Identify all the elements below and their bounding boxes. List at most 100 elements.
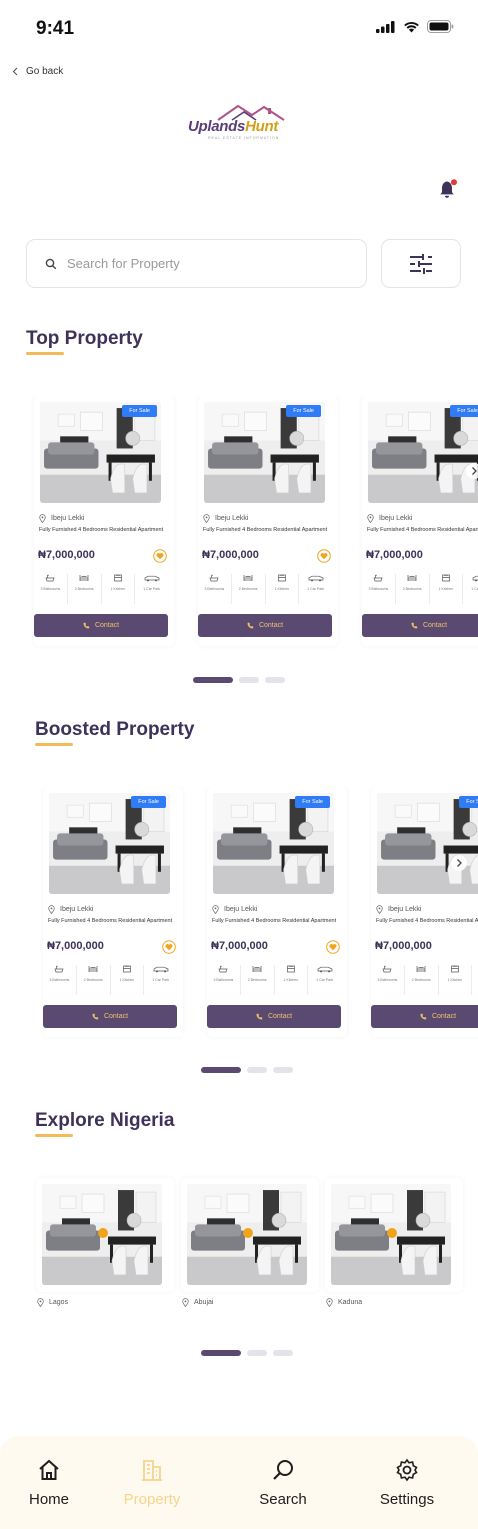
amenity-label: 1 Kitchen [447,978,463,982]
location-label: Ibeju Lekki [215,515,249,522]
amenity-item: 1 Kitchen [273,965,308,995]
card-photo[interactable]: For Sale [204,402,325,503]
amenity-item: 3 Bathrooms [198,574,231,604]
amenity-label: 3 Bathrooms [377,978,398,982]
search-input[interactable]: Search for Property [26,239,367,288]
favorite-button[interactable] [326,940,340,959]
favorite-button[interactable] [162,940,176,959]
card-location: Ibeju Lekki [203,514,248,523]
city-card[interactable] [181,1178,319,1292]
property-card[interactable]: For Sale Ibeju Lekki Fully Furnished 4 B… [207,787,347,1037]
city-name: Kaduna [338,1299,363,1306]
property-photo [213,793,334,894]
phone-icon [247,622,254,629]
city-marker-icon [387,1228,397,1238]
contact-button[interactable]: Contact [362,614,478,637]
property-card[interactable]: For Sale Ibeju Lekki Fully Furnished 4 B… [371,787,478,1037]
amenity-item: 3 Bathrooms [362,574,395,604]
property-card[interactable]: For Sale Ibeju Lekki Fully Furnished 4 B… [43,787,183,1037]
card-photo[interactable]: For Sale [377,793,478,894]
city-label: Lagos [37,1298,68,1307]
chevron-right-icon [472,467,477,475]
pager-dot-active[interactable] [201,1067,241,1073]
pager-dot[interactable] [273,1067,293,1073]
nav-label-settings: Settings [379,1491,435,1508]
nav-item-settings[interactable]: Settings [367,1458,447,1508]
amenity-label: 2 Bedrooms [238,587,258,591]
amenity-label: 1 Kitchen [119,978,135,982]
amenity-item: 3 Bathrooms [34,574,67,604]
property-card[interactable]: For Sale Ibeju Lekki Fully Furnished 4 B… [34,396,174,646]
location-pin-icon [182,1298,189,1307]
amenities-row: 3 Bathrooms 2 Bedrooms 1 Kitchen 1 Car Park [207,965,341,995]
pager-dot[interactable] [247,1350,267,1356]
heart-icon [162,940,176,954]
heart-icon [153,549,167,563]
location-label: Ibeju Lekki [224,906,258,913]
car-icon [317,966,332,973]
bathtub-icon [373,574,383,582]
card-photo[interactable]: For Sale [213,793,334,894]
pager-dot[interactable] [239,677,259,683]
nav-item-search[interactable]: Search [243,1458,323,1508]
contact-label: Contact [103,1013,129,1020]
bed-icon [407,575,417,581]
nav-item-home[interactable]: Home [9,1458,89,1508]
notification-dot [451,179,457,186]
bathtub-icon [382,965,392,973]
location-pin-icon [376,905,383,914]
amenity-label: 1 Kitchen [110,587,126,591]
property-photo [377,793,478,894]
pager-dot[interactable] [247,1067,267,1073]
city-label: Kaduna [326,1298,362,1307]
chevron-right-icon [457,859,462,867]
location-pin-icon [39,514,46,523]
amenity-item: 1 Kitchen [264,574,299,604]
city-card[interactable] [36,1178,174,1292]
city-marker-icon [243,1228,253,1238]
pager-dot-active[interactable] [201,1350,241,1356]
card-title: Fully Furnished 4 Bedrooms Residential A… [48,918,173,924]
pager-dot[interactable] [273,1350,293,1356]
city-name: Abujai [194,1299,214,1306]
carousel-next-button[interactable] [451,855,467,871]
nav-item-property[interactable]: Property [112,1458,192,1508]
favorite-button[interactable] [153,549,167,568]
amenity-item: 2 Bedrooms [239,965,274,995]
card-photo[interactable]: For Sale [368,402,478,503]
card-photo[interactable]: For Sale [40,402,161,503]
nav-label-search: Search [259,1491,307,1508]
home-icon [39,1459,59,1480]
contact-button[interactable]: Contact [371,1005,478,1028]
contact-button[interactable]: Contact [207,1005,341,1028]
bathtub-icon [209,574,219,582]
contact-button[interactable]: Contact [34,614,168,637]
contact-label: Contact [267,1013,293,1020]
property-card[interactable]: For Sale Ibeju Lekki Fully Furnished 4 B… [362,396,478,646]
status-icons [376,20,454,33]
bed-icon [88,966,98,972]
amenity-label: 2 Bedrooms [74,587,94,591]
pager-dot[interactable] [265,677,285,683]
amenity-item: 3 Bathrooms [371,965,404,995]
filter-button[interactable] [381,239,461,288]
amenity-label: 2 Bedrooms [402,587,422,591]
contact-button[interactable]: Contact [198,614,332,637]
go-back-link[interactable]: Go back [12,66,63,77]
amenity-item: 3 Bathrooms [43,965,76,995]
contact-button[interactable]: Contact [43,1005,177,1028]
favorite-button[interactable] [317,549,331,568]
bed-icon [79,575,89,581]
kitchen-icon [114,574,122,582]
pager-dot-active[interactable] [193,677,233,683]
property-card[interactable]: For Sale Ibeju Lekki Fully Furnished 4 B… [198,396,338,646]
city-photo [187,1184,307,1285]
card-photo[interactable]: For Sale [49,793,170,894]
bathtub-icon [54,965,64,973]
carousel-next-button[interactable] [466,463,478,479]
city-card[interactable] [325,1178,463,1292]
notification-bell-button[interactable] [437,178,459,205]
for-sale-badge: For Sale [295,796,330,808]
amenity-label: 1 Car Park [152,978,169,982]
amenities-row: 3 Bathrooms 2 Bedrooms 1 Kitchen 1 Car Park [43,965,177,995]
